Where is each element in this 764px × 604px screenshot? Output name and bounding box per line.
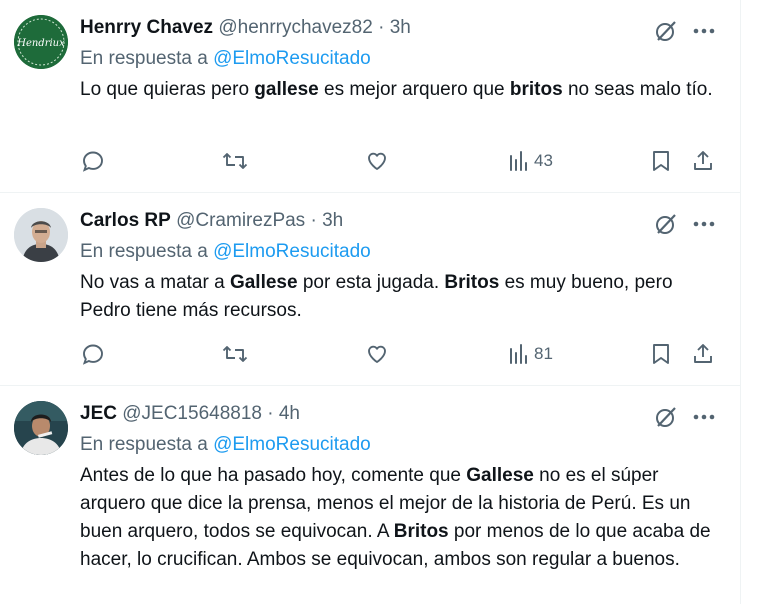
reply-prefix: En respuesta a — [80, 434, 208, 455]
bold-keyword: Gallese — [229, 272, 298, 293]
avatar-logo-text: Hendriux — [16, 38, 65, 49]
text-segment: No vas a matar a — [80, 272, 230, 293]
views-icon — [510, 151, 527, 171]
text-segment: por esta jugada. — [297, 272, 445, 293]
share-icon — [694, 151, 712, 170]
separator-dot: · — [267, 403, 274, 424]
views-count: 81 — [534, 344, 553, 363]
handle[interactable]: @JEC15648818 — [122, 403, 262, 424]
bold-keyword: Britos — [393, 521, 449, 542]
views-icon — [510, 344, 527, 364]
display-name[interactable]: Henrry Chavez — [80, 17, 213, 38]
heart-icon — [368, 345, 386, 363]
retweet-button[interactable] — [220, 148, 250, 174]
timestamp[interactable]: 3h — [390, 17, 411, 38]
reply-button[interactable] — [80, 148, 106, 174]
avatar[interactable] — [14, 401, 68, 455]
reply-prefix: En respuesta a — [80, 48, 208, 69]
reply-mention-link[interactable]: @ElmoResucitado — [213, 48, 371, 69]
share-button[interactable] — [690, 148, 716, 174]
tweet-text: Lo que quieras pero gallese es mejor arq… — [80, 76, 720, 104]
display-name[interactable]: JEC — [80, 403, 117, 424]
reply-context: En respuesta a @ElmoResucitado — [80, 241, 371, 263]
bookmark-icon — [653, 151, 669, 171]
tweet-text: No vas a matar a Gallese por esta jugada… — [80, 269, 720, 325]
text-segment: es mejor arquero que — [318, 79, 510, 100]
retweet-button[interactable] — [220, 341, 250, 367]
bookmark-icon — [653, 344, 669, 364]
like-button[interactable] — [364, 341, 390, 367]
tweet[interactable]: JEC @JEC15648818 · 4h En respuesta a @El… — [0, 386, 740, 604]
tweet[interactable]: Hendriux Henrry Chavez @henrrychavez82 ·… — [0, 0, 740, 193]
bold-keyword: Britos — [444, 272, 500, 293]
tweet-text: Antes de lo que ha pasado hoy, comente q… — [80, 462, 720, 574]
reply-icon — [82, 344, 103, 365]
bookmark-button[interactable] — [648, 148, 674, 174]
retweet-icon — [222, 153, 248, 169]
reply-context: En respuesta a @ElmoResucitado — [80, 48, 371, 70]
timestamp[interactable]: 3h — [322, 210, 343, 231]
avatar[interactable] — [14, 208, 68, 262]
reply-mention-link[interactable]: @ElmoResucitado — [213, 241, 371, 262]
share-icon — [694, 344, 712, 363]
more-options-icon[interactable] — [690, 17, 718, 45]
timestamp[interactable]: 4h — [279, 403, 300, 424]
tweet-header: Carlos RP @CramirezPas · 3h — [80, 210, 620, 236]
like-button[interactable] — [364, 148, 390, 174]
avatar-photo — [14, 401, 68, 455]
reply-icon — [82, 151, 103, 172]
bookmark-button[interactable] — [648, 341, 674, 367]
reply-prefix: En respuesta a — [80, 241, 208, 262]
grok-icon[interactable] — [652, 403, 680, 431]
handle[interactable]: @henrrychavez82 — [218, 17, 372, 38]
text-segment: no seas malo tío. — [562, 79, 713, 100]
grok-icon[interactable] — [652, 17, 680, 45]
timeline-divider — [740, 0, 741, 604]
reply-mention-link[interactable]: @ElmoResucitado — [213, 434, 371, 455]
more-options-icon[interactable] — [690, 403, 718, 431]
tweet[interactable]: Carlos RP @CramirezPas · 3h En respuesta… — [0, 193, 740, 386]
grok-icon[interactable] — [652, 210, 680, 238]
share-button[interactable] — [690, 341, 716, 367]
views-button[interactable]: 43 — [508, 148, 553, 174]
retweet-icon — [222, 346, 248, 362]
display-name[interactable]: Carlos RP — [80, 210, 171, 231]
views-count: 43 — [534, 151, 553, 170]
text-segment: Lo que quieras pero — [80, 79, 255, 100]
views-button[interactable]: 81 — [508, 341, 553, 367]
avatar[interactable]: Hendriux — [14, 15, 68, 69]
handle[interactable]: @CramirezPas — [176, 210, 305, 231]
bold-keyword: Gallese — [466, 465, 534, 486]
tweet-header: JEC @JEC15648818 · 4h — [80, 403, 620, 429]
avatar-photo — [14, 208, 68, 262]
more-options-icon[interactable] — [690, 210, 718, 238]
separator-dot: · — [310, 210, 317, 231]
bold-keyword: britos — [509, 79, 563, 100]
reply-button[interactable] — [80, 341, 106, 367]
tweet-header: Henrry Chavez @henrrychavez82 · 3h — [80, 17, 620, 43]
heart-icon — [368, 152, 386, 170]
separator-dot: · — [378, 17, 385, 38]
avatar-logo: Hendriux — [14, 15, 68, 69]
reply-context: En respuesta a @ElmoResucitado — [80, 434, 371, 456]
bold-keyword: gallese — [254, 79, 319, 100]
text-segment: Antes de lo que ha pasado hoy, comente q… — [80, 465, 467, 486]
